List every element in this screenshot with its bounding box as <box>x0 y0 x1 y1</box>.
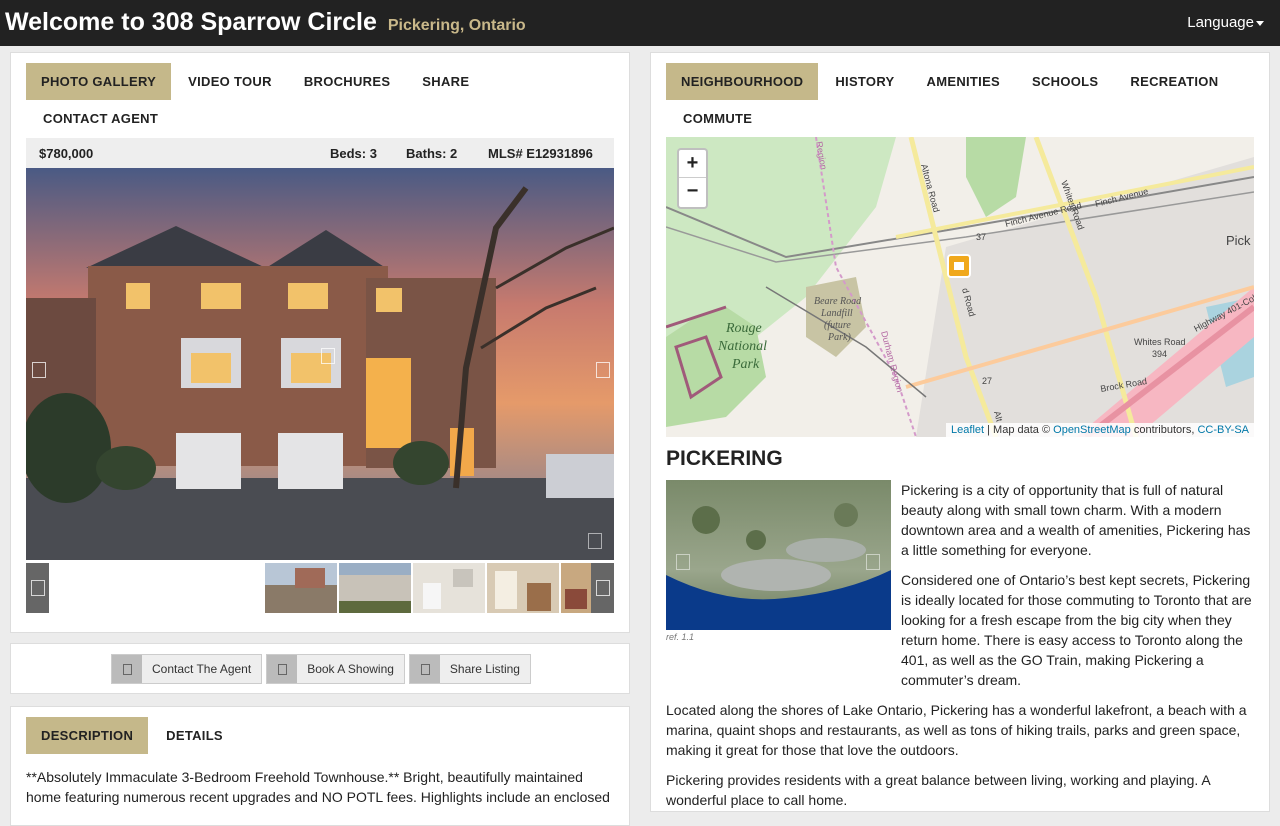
play-slideshow-icon[interactable] <box>588 533 602 549</box>
map-label-park-3: Park <box>731 357 760 372</box>
map-label-whites-2: Whites Road <box>1134 337 1186 347</box>
thumbnail-2-image <box>339 563 411 613</box>
map-label-route-37: 37 <box>976 232 986 242</box>
thumbnail-3-image <box>413 563 485 613</box>
tab-schools[interactable]: SCHOOLS <box>1017 63 1113 100</box>
thumbnail-1-image <box>265 563 337 613</box>
tab-share[interactable]: SHARE <box>407 63 484 100</box>
map-label-route-394: 394 <box>1152 349 1167 359</box>
gallery-prev-icon[interactable] <box>32 362 46 378</box>
aerial-photo[interactable] <box>666 480 891 630</box>
share-listing-button[interactable]: Share Listing <box>408 654 531 684</box>
thumbnail-strip <box>26 563 614 613</box>
tab-video-tour[interactable]: VIDEO TOUR <box>173 63 287 100</box>
listing-tabs: PHOTO GALLERY VIDEO TOUR BROCHURES SHARE… <box>26 63 614 137</box>
listing-beds: Beds: 3 <box>330 146 377 161</box>
thumb-next-icon <box>596 580 610 596</box>
tab-recreation[interactable]: RECREATION <box>1115 63 1233 100</box>
thumb-prev-button[interactable] <box>26 563 49 613</box>
thumb-next-button[interactable] <box>591 563 614 613</box>
page-subtitle: Pickering, Ontario <box>387 17 526 34</box>
zoom-out-button[interactable]: − <box>679 178 706 206</box>
tab-amenities[interactable]: AMENITIES <box>912 63 1015 100</box>
thumbnail-1[interactable] <box>265 563 337 613</box>
attribution-contrib: contributors, <box>1130 424 1198 436</box>
photo-reference: ref. 1.1 <box>666 632 695 642</box>
map-tiles: Rouge National Park Beare Road Landfill … <box>666 137 1254 437</box>
thumbnail-2[interactable] <box>339 563 411 613</box>
attribution-mid: | Map data © <box>984 424 1054 436</box>
neighbourhood-map[interactable]: Rouge National Park Beare Road Landfill … <box>666 137 1254 437</box>
page-title-text: Welcome to 308 Sparrow Circle <box>5 8 377 36</box>
envelope-icon <box>112 655 142 683</box>
gallery-main-photo[interactable] <box>26 168 614 560</box>
leaflet-link[interactable]: Leaflet <box>951 424 984 436</box>
page-title: Welcome to 308 Sparrow Circle Pickering,… <box>5 8 526 37</box>
map-label-landfill-4: Park) <box>827 332 851 343</box>
neighbourhood-heading: PICKERING <box>666 447 783 470</box>
tab-description[interactable]: DESCRIPTION <box>26 717 149 754</box>
tab-details[interactable]: DETAILS <box>151 717 238 754</box>
thumbnail-3[interactable] <box>413 563 485 613</box>
contact-agent-label: Contact The Agent <box>152 662 252 676</box>
neighbourhood-paragraph-4: Pickering provides residents with a grea… <box>666 772 1210 808</box>
listing-baths: Baths: 2 <box>406 146 458 161</box>
description-tabs: DESCRIPTION DETAILS <box>26 717 238 754</box>
book-showing-button[interactable]: Book A Showing <box>266 654 405 684</box>
description-text: **Absolutely Immaculate 3-Bedroom Freeho… <box>26 769 610 805</box>
gallery-next-icon[interactable] <box>596 362 610 378</box>
tab-contact-agent[interactable]: CONTACT AGENT <box>26 100 173 137</box>
listing-panel: PHOTO GALLERY VIDEO TOUR BROCHURES SHARE… <box>10 52 630 633</box>
action-buttons: Contact The Agent Book A Showing Share L… <box>111 654 531 684</box>
map-label-route-27: 27 <box>982 376 992 386</box>
aerial-prev-icon[interactable] <box>676 554 690 570</box>
map-label-landfill-3: (future <box>824 320 851 331</box>
neighbourhood-paragraph-3: Located along the shores of Lake Ontario… <box>666 702 1247 758</box>
fullscreen-icon[interactable] <box>321 348 335 364</box>
thumb-prev-icon <box>31 580 45 596</box>
map-attribution: Leaflet | Map data © OpenStreetMap contr… <box>946 423 1254 437</box>
tab-photo-gallery[interactable]: PHOTO GALLERY <box>26 63 172 100</box>
map-label-landfill-2: Landfill <box>820 308 853 319</box>
contact-agent-button[interactable]: Contact The Agent <box>111 654 263 684</box>
caret-down-icon <box>1256 20 1264 26</box>
map-label-park-2: National <box>717 339 767 354</box>
osm-link[interactable]: OpenStreetMap <box>1053 424 1131 436</box>
tab-history[interactable]: HISTORY <box>820 63 909 100</box>
listing-mls: MLS# E12931896 <box>488 146 593 161</box>
listing-info-bar: $780,000 Beds: 3 Baths: 2 MLS# E12931896 <box>26 138 614 168</box>
thumbnail-4-image <box>487 563 559 613</box>
tab-neighbourhood[interactable]: NEIGHBOURHOOD <box>666 63 819 100</box>
language-label: Language <box>1187 14 1254 31</box>
book-showing-label: Book A Showing <box>307 662 394 676</box>
zoom-in-button[interactable]: + <box>679 150 706 178</box>
share-listing-label: Share Listing <box>449 662 520 676</box>
map-label-landfill-1: Beare Road <box>814 296 862 307</box>
top-header: Welcome to 308 Sparrow Circle Pickering,… <box>0 0 1280 46</box>
actions-panel: Contact The Agent Book A Showing Share L… <box>10 643 630 694</box>
tab-commute[interactable]: COMMUTE <box>666 100 767 137</box>
map-zoom-control: + − <box>677 148 708 209</box>
house-photo <box>26 168 614 560</box>
aerial-next-icon[interactable] <box>866 554 880 570</box>
listing-price: $780,000 <box>39 146 94 161</box>
map-label-park-1: Rouge <box>725 321 762 336</box>
calendar-icon <box>267 655 298 683</box>
map-label-pickering: Pick <box>1226 233 1251 248</box>
thumbnail-4[interactable] <box>487 563 559 613</box>
neighbourhood-tabs: NEIGHBOURHOOD HISTORY AMENITIES SCHOOLS … <box>666 63 1254 137</box>
share-icon <box>409 655 440 683</box>
thumbnail-5[interactable] <box>561 563 591 613</box>
license-link[interactable]: CC-BY-SA <box>1197 424 1249 436</box>
aerial-photo-image <box>666 480 891 630</box>
language-dropdown[interactable]: Language <box>1187 14 1264 31</box>
neighbourhood-panel: NEIGHBOURHOOD HISTORY AMENITIES SCHOOLS … <box>650 52 1270 812</box>
description-panel: DESCRIPTION DETAILS **Absolutely Immacul… <box>10 706 630 826</box>
tab-brochures[interactable]: BROCHURES <box>289 63 405 100</box>
thumbnail-5-image <box>561 563 591 613</box>
